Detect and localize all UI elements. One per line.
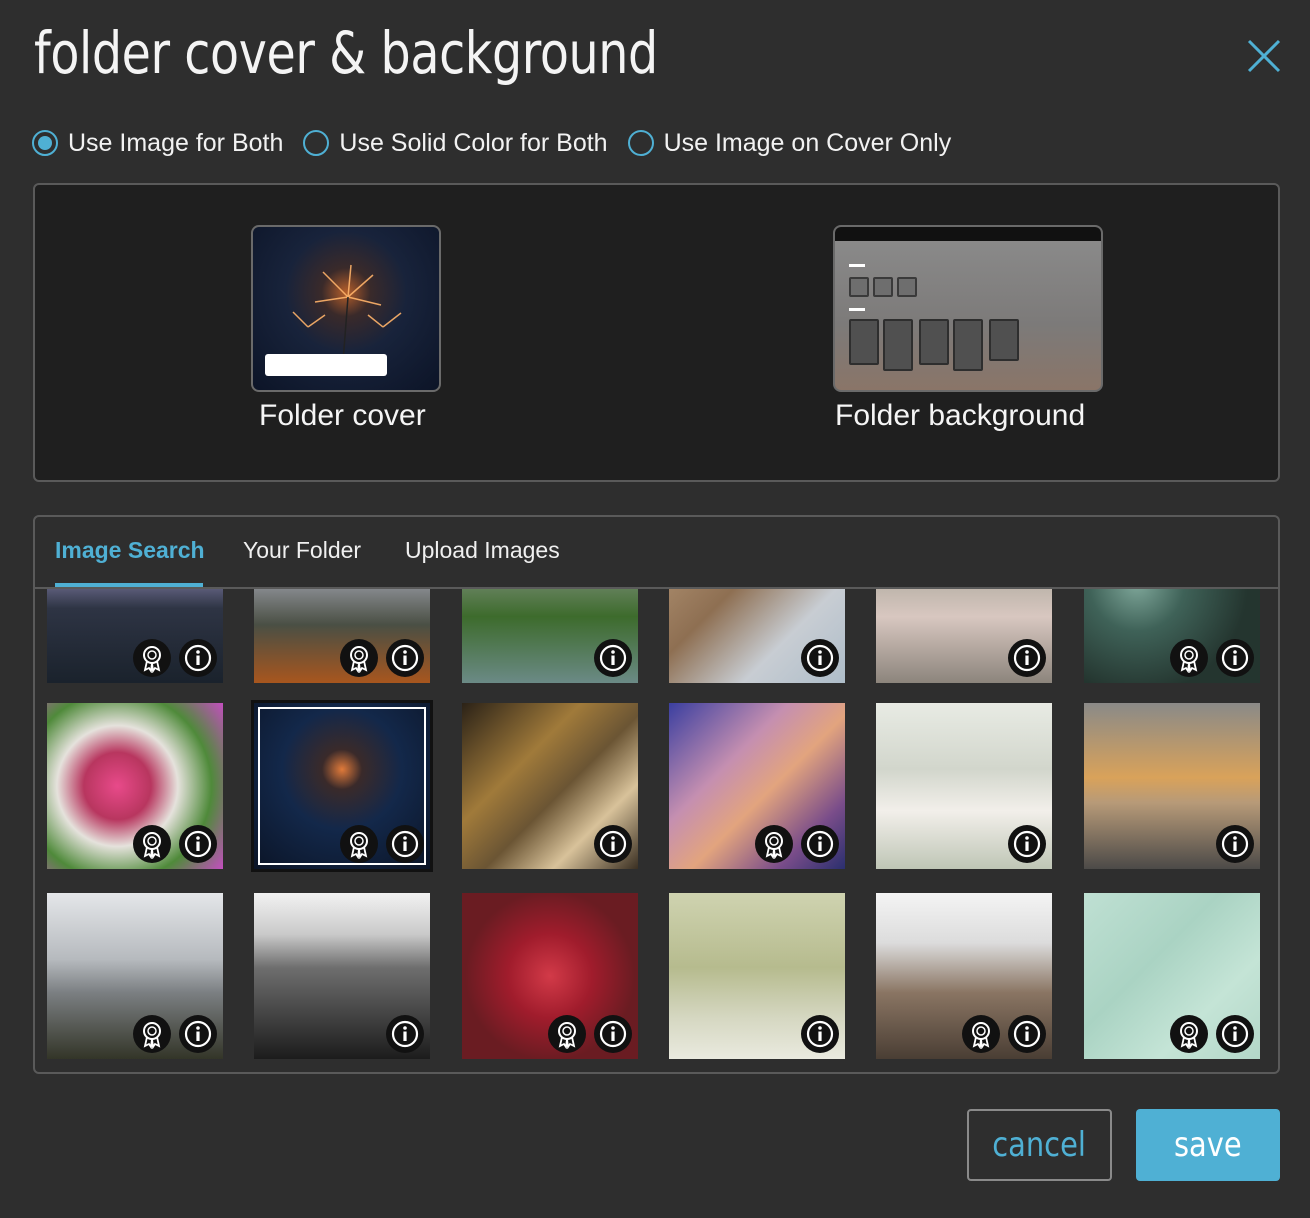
image-thumbnail-man-striped-shirt[interactable] [876, 589, 1052, 683]
image-thumbnail-sparklers[interactable] [251, 700, 433, 872]
image-source-tabs: Image Search Your Folder Upload Images [35, 517, 1278, 589]
award-ribbon-icon [962, 1015, 1000, 1053]
image-thumbnail-snowy-mountains[interactable] [47, 893, 223, 1059]
image-thumbnail-succulents[interactable] [1084, 589, 1260, 683]
info-icon[interactable] [179, 825, 217, 863]
image-thumbnail-mountains-autumn-valley[interactable] [254, 589, 430, 683]
image-thumbnail-tulips[interactable] [47, 703, 223, 869]
image-thumbnail-building-facade[interactable] [669, 589, 845, 683]
info-icon[interactable] [594, 639, 632, 677]
image-thumbnail-arched-interior[interactable] [462, 703, 638, 869]
preview-panel: Folder cover Folder background [33, 183, 1280, 482]
option-label: Use Image on Cover Only [663, 128, 952, 157]
option-image-both[interactable]: Use Image for Both [32, 129, 283, 158]
option-image-cover-only[interactable]: Use Image on Cover Only [627, 128, 952, 158]
info-icon[interactable] [801, 639, 839, 677]
award-ribbon-icon [133, 825, 171, 863]
image-thumbnail-pink-flowers[interactable] [1084, 893, 1260, 1059]
image-thumbnail-mountains-purple-sky[interactable] [47, 589, 223, 683]
dialog-title: folder cover & background [34, 19, 658, 87]
cancel-button[interactable]: cancel [967, 1109, 1112, 1181]
info-icon[interactable] [1216, 639, 1254, 677]
award-ribbon-icon [1170, 1015, 1208, 1053]
tab-upload-images[interactable]: Upload Images [405, 537, 560, 564]
info-icon[interactable] [594, 825, 632, 863]
folder-background-label: Folder background [835, 399, 1086, 432]
image-thumbnail-bw-portrait[interactable] [254, 893, 430, 1059]
image-thumbnail-sunset-sea-boat[interactable] [1084, 703, 1260, 869]
info-icon[interactable] [1216, 825, 1254, 863]
tab-your-folder[interactable]: Your Folder [243, 537, 361, 564]
close-button[interactable] [1244, 36, 1284, 76]
award-ribbon-icon [755, 825, 793, 863]
image-thumbnail-snow-rock-hills[interactable] [876, 893, 1052, 1059]
active-tab-indicator [55, 583, 203, 587]
info-icon[interactable] [1216, 1015, 1254, 1053]
radio-selected-icon [32, 130, 58, 156]
award-ribbon-icon [133, 1015, 171, 1053]
tab-image-search[interactable]: Image Search [55, 537, 205, 564]
info-icon[interactable] [179, 1015, 217, 1053]
image-grid[interactable] [35, 589, 1278, 1072]
award-ribbon-icon [340, 825, 378, 863]
close-icon [1247, 39, 1281, 73]
image-thumbnail-antelope-canyon[interactable] [669, 703, 845, 869]
info-icon[interactable] [179, 639, 217, 677]
cover-title-placeholder [265, 354, 387, 376]
radio-icon [303, 130, 330, 156]
info-icon[interactable] [386, 1015, 424, 1053]
award-ribbon-icon [548, 1015, 586, 1053]
info-icon[interactable] [1008, 639, 1046, 677]
info-icon[interactable] [801, 825, 839, 863]
option-label: Use Solid Color for Both [339, 128, 608, 157]
radio-icon [627, 130, 654, 156]
image-thumbnail-yellow-bird[interactable] [669, 893, 845, 1059]
info-icon[interactable] [594, 1015, 632, 1053]
info-icon[interactable] [1008, 1015, 1046, 1053]
option-label: Use Image for Both [68, 128, 284, 157]
image-thumbnail-green-mountain-lake[interactable] [462, 589, 638, 683]
info-icon[interactable] [1008, 825, 1046, 863]
award-ribbon-icon [340, 639, 378, 677]
option-solid-color[interactable]: Use Solid Color for Both [303, 128, 608, 158]
background-mode-options: Use Image for Both Use Solid Color for B… [32, 126, 971, 160]
folder-cover-label: Folder cover [259, 399, 426, 432]
image-thumbnail-woman-white-dress[interactable] [876, 703, 1052, 869]
info-icon[interactable] [801, 1015, 839, 1053]
award-ribbon-icon [133, 639, 171, 677]
image-thumbnail-red-apples[interactable] [462, 893, 638, 1059]
folder-cover-preview [251, 225, 441, 392]
image-gallery-panel: Image Search Your Folder Upload Images [33, 515, 1280, 1074]
info-icon[interactable] [386, 639, 424, 677]
award-ribbon-icon [1170, 639, 1208, 677]
info-icon[interactable] [386, 825, 424, 863]
folder-background-preview [833, 225, 1103, 392]
save-button[interactable]: save [1136, 1109, 1280, 1181]
